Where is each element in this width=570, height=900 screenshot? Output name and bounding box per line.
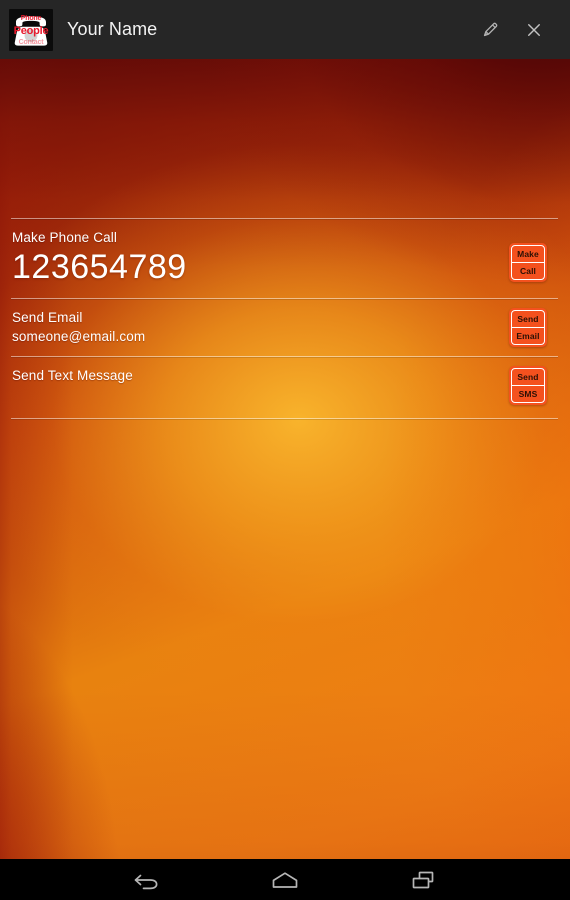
contact-name-title: Your Name [67, 19, 158, 39]
row-label-make-phone-call: Make Phone Call [12, 230, 118, 245]
pencil-icon [483, 22, 497, 37]
row-value-email-address: someone@email.com [12, 329, 146, 344]
android-contact-screen: Phone People Contact Your Name Make Phon… [0, 0, 570, 900]
row-send-text-message[interactable]: Send Text Message [0, 367, 570, 417]
app-icon-word-bottom: Contact [18, 38, 44, 46]
row-label-send-email: Send Email [12, 310, 83, 325]
send-sms-button[interactable]: Send SMS [509, 366, 547, 405]
send-email-button-line1: Send [512, 311, 544, 328]
send-email-button[interactable]: Send Email [509, 308, 547, 347]
divider-after-email [11, 356, 558, 357]
home-icon [272, 871, 298, 888]
divider-after-phone [11, 298, 558, 299]
make-call-button-line1: Make [512, 246, 544, 263]
nav-spacer-left [195, 859, 238, 900]
send-sms-button-line1: Send [512, 369, 544, 386]
close-button[interactable] [512, 8, 556, 52]
divider-bottom [11, 418, 558, 419]
app-icon-word-top: Phone [20, 14, 42, 22]
edit-contact-button[interactable] [468, 8, 512, 52]
send-email-button-line2: Email [516, 330, 540, 341]
send-sms-button-line2: SMS [518, 388, 538, 399]
close-icon [528, 23, 540, 36]
row-value-phone-number: 123654789 [12, 248, 187, 286]
nav-home-button[interactable] [238, 859, 333, 900]
make-call-button[interactable]: Make Call [509, 243, 547, 282]
make-call-button-line2: Call [520, 265, 536, 276]
system-navigation-bar [0, 859, 570, 900]
action-bar: Phone People Contact Your Name [0, 0, 570, 59]
recent-apps-icon [412, 871, 434, 888]
app-icon-word-main: People [13, 24, 49, 37]
row-label-send-text-message: Send Text Message [12, 368, 133, 383]
row-make-phone-call[interactable]: Make Phone Call 123654789 [0, 229, 570, 307]
nav-spacer-right [333, 859, 376, 900]
app-icon-people-phone[interactable]: Phone People Contact [9, 8, 53, 51]
nav-back-button[interactable] [100, 859, 195, 900]
back-arrow-icon [134, 874, 158, 889]
nav-recents-button[interactable] [376, 859, 471, 900]
divider-top [11, 218, 558, 219]
contact-detail-list: Make Phone Call 123654789 Make Call Send… [0, 59, 570, 859]
